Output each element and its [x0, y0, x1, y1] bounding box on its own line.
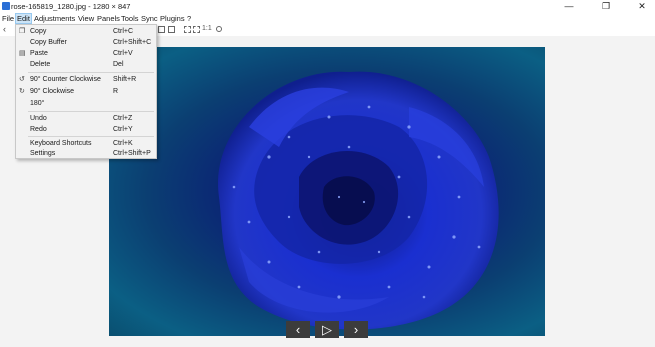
menu-item-shortcut: Del — [113, 60, 124, 68]
menu-item-settings[interactable]: Settings Ctrl+Shift+P — [16, 148, 156, 159]
title-bar: rose-165819_1280.jpg - 1280 × 847 — ❐ ✕ — [0, 0, 655, 12]
menu-separator — [28, 72, 154, 73]
menu-panels[interactable]: Panels — [97, 14, 120, 23]
menu-item-rotate-cw[interactable]: ↻ 90° Clockwise R — [16, 86, 156, 97]
menu-separator — [28, 136, 154, 137]
menu-adjustments[interactable]: Adjustments — [34, 14, 75, 23]
menu-item-paste[interactable]: ▤ Paste Ctrl+V — [16, 48, 156, 59]
fit-window-icon[interactable] — [158, 26, 165, 33]
zoom-1to1-button[interactable]: 1:1 — [202, 25, 212, 32]
copy-icon: ❐ — [19, 28, 26, 35]
menu-item-label: Keyboard Shortcuts — [30, 139, 92, 147]
menu-separator — [28, 111, 154, 112]
menu-bar: File Edit Adjustments View Panels Tools … — [0, 12, 655, 24]
menu-item-label: 90° Counter Clockwise — [30, 75, 101, 83]
menu-file[interactable]: File — [2, 14, 14, 23]
menu-item-copy-buffer[interactable]: Copy Buffer Ctrl+Shift+C — [16, 37, 156, 48]
fullscreen-icon[interactable] — [184, 26, 191, 33]
minimize-button[interactable]: — — [557, 0, 581, 12]
menu-item-redo[interactable]: Redo Ctrl+Y — [16, 124, 156, 135]
next-image-button[interactable]: › — [344, 321, 368, 338]
rose-illustration — [218, 71, 499, 330]
menu-sync[interactable]: Sync — [141, 14, 158, 23]
window-title: rose-165819_1280.jpg - 1280 × 847 — [11, 1, 131, 11]
menu-item-shortcut: Ctrl+Y — [113, 125, 133, 133]
edit-menu-dropdown: ❐ Copy Ctrl+C Copy Buffer Ctrl+Shift+C ▤… — [15, 24, 157, 159]
menu-item-shortcut: Ctrl+Shift+C — [113, 38, 152, 46]
restore-button[interactable]: ❐ — [594, 0, 618, 12]
menu-item-copy[interactable]: ❐ Copy Ctrl+C — [16, 26, 156, 37]
slideshow-play-button[interactable]: ▷ — [315, 321, 339, 338]
menu-edit[interactable]: Edit — [15, 13, 32, 24]
menu-item-shortcut: Ctrl+C — [113, 27, 134, 35]
menu-item-shortcut: Shift+R — [113, 75, 137, 83]
paste-icon: ▤ — [19, 50, 26, 57]
rotate-ccw-icon: ↺ — [19, 76, 25, 83]
previous-image-button[interactable]: ‹ — [286, 321, 310, 338]
fit-image-icon[interactable] — [168, 26, 175, 33]
toolbar-back-button[interactable]: ‹ — [3, 24, 6, 34]
menu-item-label: Settings — [30, 149, 56, 157]
menu-item-shortcut: R — [113, 87, 119, 95]
main-image — [109, 47, 545, 336]
app-icon — [2, 2, 10, 10]
menu-plugins[interactable]: Plugins — [160, 14, 185, 23]
menu-item-label: 90° Clockwise — [30, 87, 75, 95]
menu-item-label: Delete — [30, 60, 51, 68]
actual-size-frame-icon[interactable] — [193, 26, 200, 33]
menu-tools[interactable]: Tools — [121, 14, 139, 23]
menu-item-undo[interactable]: Undo Ctrl+Z — [16, 113, 156, 124]
menu-item-shortcut: Ctrl+Z — [113, 114, 133, 122]
menu-item-shortcut: Ctrl+K — [113, 139, 133, 147]
menu-item-rotate-180[interactable]: 180° — [16, 98, 156, 109]
menu-item-label: Copy Buffer — [30, 38, 67, 46]
location-pin-icon[interactable] — [216, 26, 222, 32]
menu-item-label: Paste — [30, 49, 48, 57]
menu-item-label: Undo — [30, 114, 47, 122]
close-button[interactable]: ✕ — [630, 0, 654, 12]
menu-view[interactable]: View — [78, 14, 94, 23]
menu-item-delete[interactable]: Delete Del — [16, 59, 156, 70]
menu-item-rotate-ccw[interactable]: ↺ 90° Counter Clockwise Shift+R — [16, 74, 156, 85]
menu-item-shortcut: Ctrl+Shift+P — [113, 149, 151, 157]
menu-item-label: Redo — [30, 125, 47, 133]
menu-item-label: Copy — [30, 27, 47, 35]
menu-help[interactable]: ? — [187, 14, 191, 23]
rotate-cw-icon: ↻ — [19, 88, 25, 95]
menu-item-label: 180° — [30, 99, 45, 107]
menu-item-shortcut: Ctrl+V — [113, 49, 133, 57]
